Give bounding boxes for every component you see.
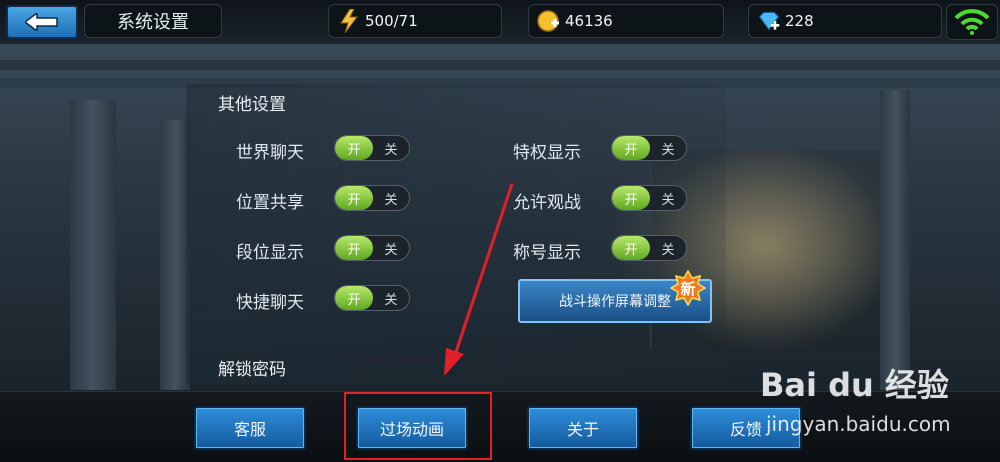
diamond-counter[interactable]: 228 bbox=[748, 4, 942, 38]
diamond-plus-icon bbox=[757, 9, 781, 33]
lightning-icon bbox=[337, 9, 361, 33]
wifi-icon bbox=[954, 9, 990, 35]
toggle-off-label: 关 bbox=[661, 242, 675, 258]
toggle-label: 特权显示 bbox=[513, 143, 581, 163]
allow-spectate-toggle[interactable]: 开 关 bbox=[611, 185, 687, 211]
privilege-display-toggle[interactable]: 开 关 bbox=[611, 135, 687, 161]
new-badge: 新 bbox=[669, 269, 707, 307]
annotation-arrow bbox=[444, 183, 514, 376]
world-chat-toggle[interactable]: 开 关 bbox=[334, 135, 410, 161]
network-status bbox=[946, 4, 998, 40]
title-display-toggle[interactable]: 开 关 bbox=[611, 235, 687, 261]
toggle-label: 段位显示 bbox=[236, 243, 304, 263]
pillar bbox=[880, 90, 910, 390]
new-badge-text: 新 bbox=[680, 280, 695, 298]
toggle-on-label: 开 bbox=[612, 136, 650, 160]
back-button[interactable] bbox=[6, 5, 78, 39]
toggle-off-label: 关 bbox=[384, 192, 398, 208]
unlock-password-label[interactable]: 解锁密码 bbox=[218, 355, 286, 380]
back-arrow-icon bbox=[25, 13, 58, 31]
gold-value: 46136 bbox=[565, 12, 613, 30]
toggle-off-label: 关 bbox=[661, 142, 675, 158]
toggle-label: 称号显示 bbox=[513, 243, 581, 263]
section-title: 其他设置 bbox=[218, 95, 286, 115]
toggle-on-label: 开 bbox=[612, 236, 650, 260]
location-share-toggle[interactable]: 开 关 bbox=[334, 185, 410, 211]
toggle-on-label: 开 bbox=[335, 186, 373, 210]
watermark-url: jingyan.baidu.com bbox=[766, 412, 951, 436]
stamina-value: 500/71 bbox=[365, 12, 418, 30]
toggle-label: 世界聊天 bbox=[236, 143, 304, 163]
toggle-on-label: 开 bbox=[335, 236, 373, 260]
rank-display-toggle[interactable]: 开 关 bbox=[334, 235, 410, 261]
baidu-watermark: Bai du 经验 jingyan.baidu.com bbox=[760, 360, 996, 450]
annotation-highlight-box bbox=[344, 392, 492, 460]
toggle-off-label: 关 bbox=[661, 192, 675, 208]
page-title: 系统设置 bbox=[84, 4, 222, 38]
toggle-off-label: 关 bbox=[384, 142, 398, 158]
quick-chat-toggle[interactable]: 开 关 bbox=[334, 285, 410, 311]
about-button[interactable]: 关于 bbox=[527, 406, 639, 450]
customer-service-button[interactable]: 客服 bbox=[194, 406, 306, 450]
coin-plus-icon bbox=[537, 9, 561, 33]
toggle-on-label: 开 bbox=[612, 186, 650, 210]
toggle-off-label: 关 bbox=[384, 242, 398, 258]
watermark-logo: Bai du 经验 bbox=[760, 366, 949, 404]
diamond-value: 228 bbox=[785, 12, 814, 30]
toggle-on-label: 开 bbox=[335, 286, 373, 310]
pillar bbox=[70, 100, 116, 390]
toggle-on-label: 开 bbox=[335, 136, 373, 160]
gold-counter[interactable]: 46136 bbox=[528, 4, 724, 38]
stamina-counter[interactable]: 500/71 bbox=[328, 4, 502, 38]
ceiling-beam bbox=[0, 60, 1000, 70]
toggle-label: 位置共享 bbox=[236, 193, 304, 213]
toggle-off-label: 关 bbox=[384, 292, 398, 308]
toggle-label: 快捷聊天 bbox=[236, 293, 304, 313]
toggle-label: 允许观战 bbox=[513, 193, 581, 213]
